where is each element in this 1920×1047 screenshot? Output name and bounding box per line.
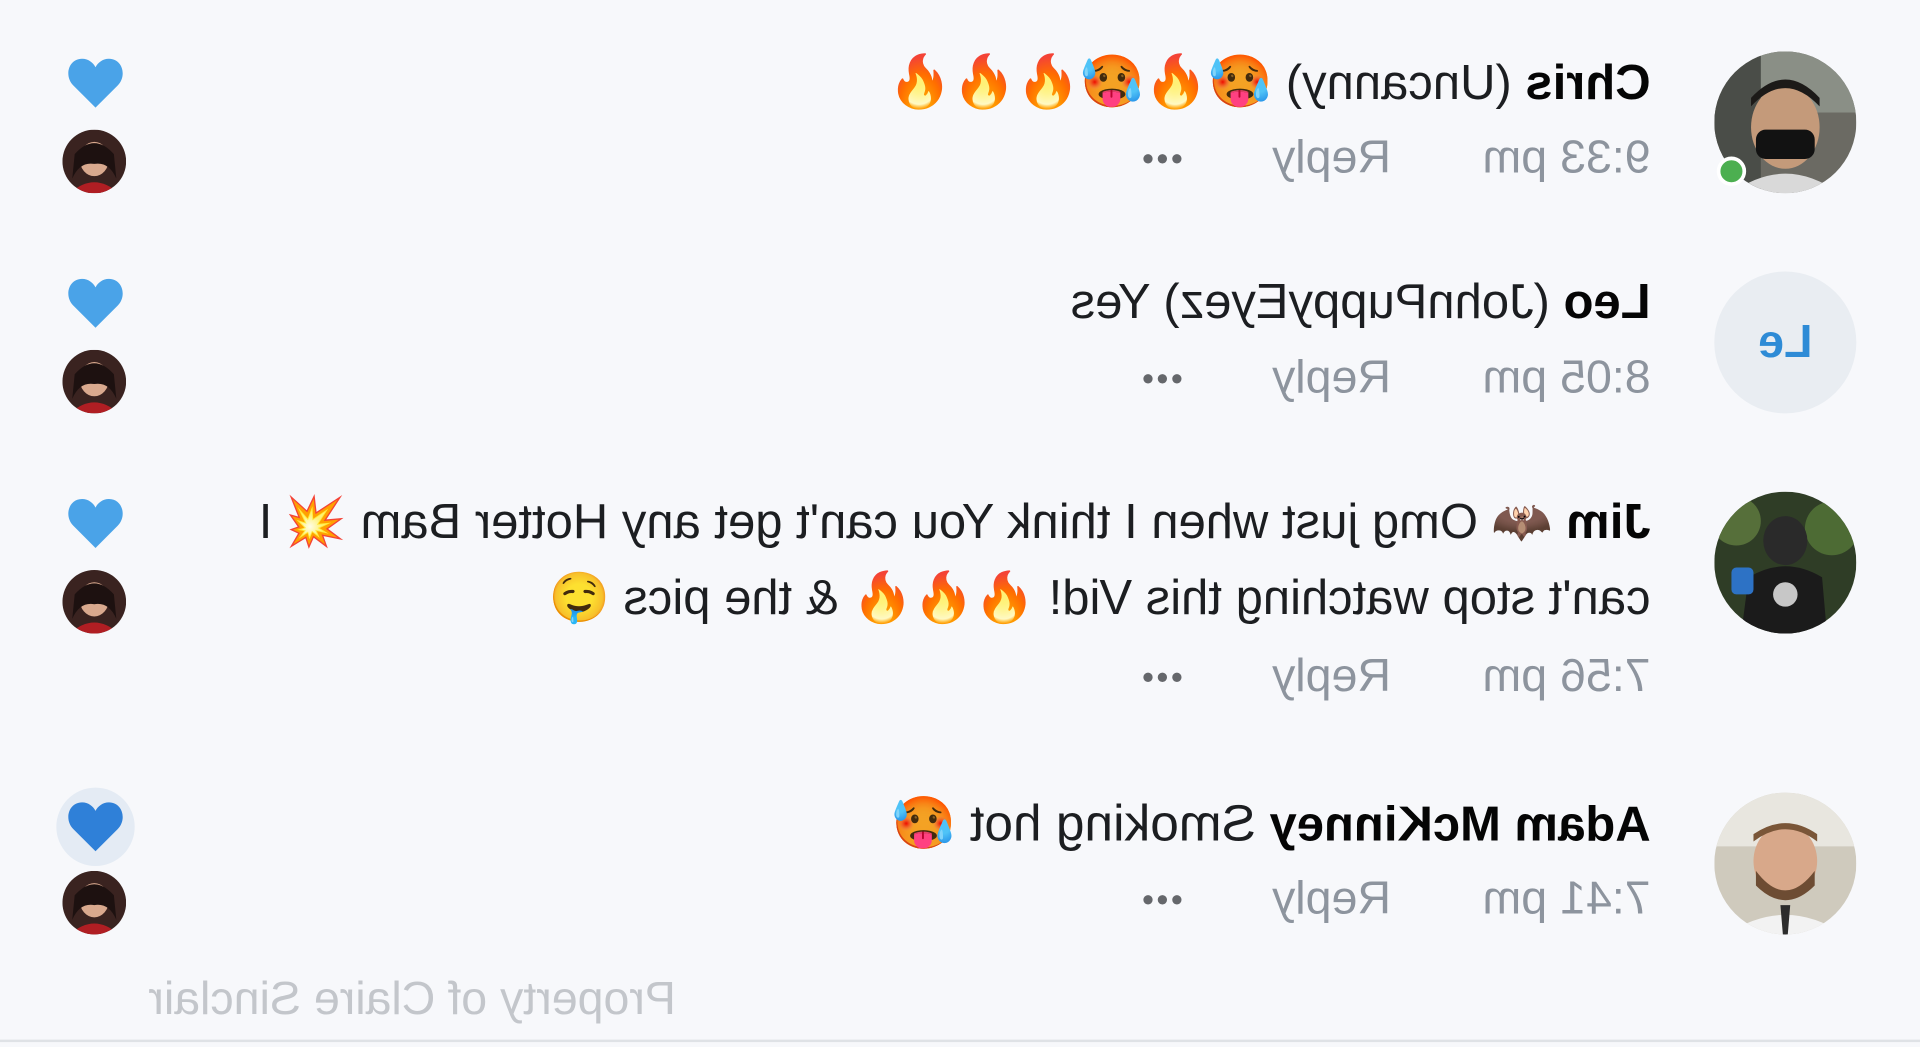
liker-avatar[interactable]: [62, 129, 127, 194]
comment-body: Chris (Uncanny) 🥵🔥🥵🔥🔥🔥: [193, 44, 1651, 121]
heart-icon[interactable]: [61, 269, 130, 337]
comment-time: 7:56 pm: [1482, 650, 1651, 703]
comment-body: Jim 🦇 Omg just when I think You can't ge…: [193, 484, 1651, 636]
more-dots-icon[interactable]: •••: [1139, 880, 1182, 919]
comment-meta: 9:33 pm Reply •••: [1139, 132, 1650, 185]
watermark-text: Property of Claire Sinclair: [148, 973, 676, 1025]
comment-author[interactable]: Jim: [1566, 495, 1650, 549]
mirrored-content: Chris (Uncanny) 🥵🔥🥵🔥🔥🔥 9:33 pm Reply •••…: [0, 0, 1920, 1047]
comment-handle: (Uncanny): [1285, 56, 1512, 111]
online-status-dot: [1716, 156, 1747, 186]
comment-meta: 7:41 pm Reply •••: [1139, 873, 1650, 926]
comment-text: 🦇 Omg just when I think You can't get an…: [258, 495, 1651, 626]
avatar-initials: Le: [1758, 316, 1813, 368]
reply-button[interactable]: Reply: [1256, 132, 1391, 185]
heart-icon[interactable]: [56, 787, 135, 866]
comment-author[interactable]: Adam McKinney: [1270, 797, 1651, 851]
comment-author[interactable]: Leo: [1564, 275, 1651, 329]
comment-time: 9:33 pm: [1482, 132, 1651, 184]
avatar[interactable]: Le: [1714, 271, 1857, 414]
reply-button[interactable]: Reply: [1256, 873, 1391, 926]
comment-handle: (JohnPuppyEyez): [1163, 275, 1550, 330]
liker-avatar[interactable]: [62, 569, 127, 634]
heart-icon[interactable]: [61, 489, 130, 557]
divider: [0, 1039, 1920, 1043]
liker-avatar[interactable]: [62, 870, 127, 935]
reply-button[interactable]: Reply: [1256, 352, 1391, 405]
comment-author[interactable]: Chris: [1525, 56, 1650, 110]
comment-meta: 7:56 pm Reply •••: [1139, 651, 1650, 704]
avatar[interactable]: [1714, 792, 1857, 935]
liker-avatar[interactable]: [62, 349, 127, 414]
comments-panel: Chris (Uncanny) 🥵🔥🥵🔥🔥🔥 9:33 pm Reply •••…: [0, 0, 1920, 1047]
comment-text: Yes: [1070, 275, 1151, 330]
comment-body: Leo (JohnPuppyEyez) Yes: [193, 264, 1651, 340]
comment-text: 🥵🔥🥵🔥🔥🔥: [888, 52, 1273, 111]
comment-time: 8:05 pm: [1482, 352, 1651, 404]
comment-text: Smoking hot 🥵: [891, 793, 1256, 852]
more-dots-icon[interactable]: •••: [1139, 139, 1182, 178]
more-dots-icon[interactable]: •••: [1139, 657, 1182, 696]
avatar[interactable]: [1714, 491, 1857, 634]
more-dots-icon[interactable]: •••: [1139, 359, 1182, 398]
reply-button[interactable]: Reply: [1256, 651, 1391, 704]
comment-meta: 8:05 pm Reply •••: [1139, 352, 1650, 405]
heart-icon[interactable]: [61, 49, 130, 117]
comment-time: 7:41 pm: [1482, 873, 1651, 925]
comment-body: Adam McKinney Smoking hot 🥵: [193, 785, 1651, 862]
